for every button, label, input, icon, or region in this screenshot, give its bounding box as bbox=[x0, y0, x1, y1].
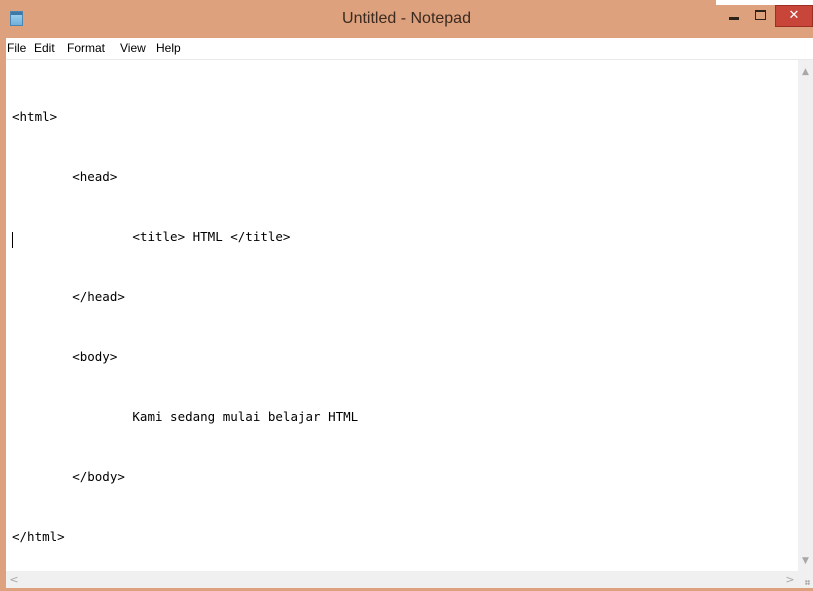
close-button[interactable]: ✕ bbox=[775, 5, 813, 27]
text-caret bbox=[12, 232, 13, 248]
minimize-button[interactable] bbox=[722, 5, 747, 27]
menu-help[interactable]: Help bbox=[156, 38, 181, 59]
resize-grip[interactable] bbox=[798, 571, 813, 588]
menu-bar: File Edit Format View Help bbox=[6, 38, 813, 60]
code-line: </html> bbox=[12, 529, 65, 544]
notepad-window: Untitled - Notepad ✕ File Edit Format Vi… bbox=[0, 0, 813, 591]
scroll-left-icon[interactable]: < bbox=[6, 571, 22, 588]
menu-view[interactable]: View bbox=[120, 38, 146, 59]
vertical-scrollbar[interactable]: ▲ ▼ bbox=[798, 60, 813, 571]
maximize-icon bbox=[755, 10, 766, 20]
text-editor[interactable]: <html> <head> <title> HTML </title> </he… bbox=[6, 60, 798, 571]
horizontal-scrollbar[interactable]: < > bbox=[6, 571, 798, 588]
code-line: <body> bbox=[12, 349, 118, 364]
code-line: </body> bbox=[12, 469, 125, 484]
scroll-down-icon[interactable]: ▼ bbox=[798, 553, 813, 569]
menu-file[interactable]: File bbox=[7, 38, 26, 59]
close-icon: ✕ bbox=[788, 8, 800, 23]
code-line: </head> bbox=[12, 289, 125, 304]
scroll-up-icon[interactable]: ▲ bbox=[798, 64, 813, 80]
title-bar[interactable]: Untitled - Notepad bbox=[0, 0, 813, 38]
code-line: <title> HTML </title> bbox=[12, 229, 291, 244]
code-line: Kami sedang mulai belajar HTML bbox=[12, 409, 359, 424]
menu-edit[interactable]: Edit bbox=[34, 38, 55, 59]
code-line: <head> bbox=[12, 169, 118, 184]
maximize-button[interactable] bbox=[748, 5, 773, 27]
code-line: <html> bbox=[12, 109, 58, 124]
scroll-right-icon[interactable]: > bbox=[782, 571, 798, 588]
menu-format[interactable]: Format bbox=[67, 38, 105, 59]
editor-content[interactable]: <html> <head> <title> HTML </title> </he… bbox=[12, 67, 358, 587]
window-title: Untitled - Notepad bbox=[342, 10, 471, 27]
minimize-icon bbox=[729, 17, 739, 20]
